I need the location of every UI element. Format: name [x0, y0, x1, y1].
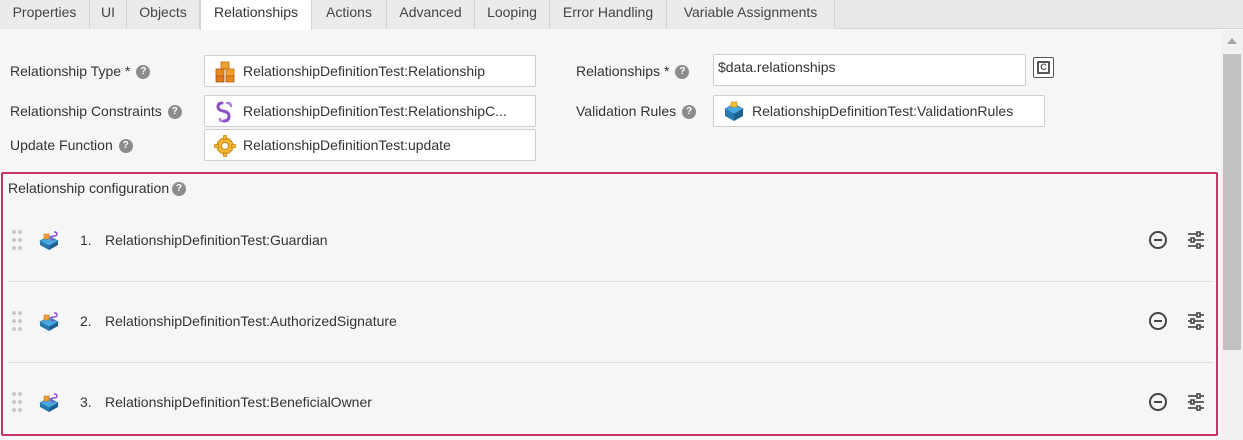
list-item: 2. RelationshipDefinitionTest:Authorized…	[8, 283, 1213, 363]
help-icon[interactable]: ?	[118, 139, 133, 154]
cubes-icon	[215, 61, 235, 83]
expression-editor-button[interactable]: C	[1033, 57, 1054, 78]
help-icon[interactable]: ?	[172, 182, 187, 197]
relationship-configuration-title: Relationship configuration?	[8, 180, 187, 197]
help-icon[interactable]: ?	[167, 105, 182, 120]
relationships-panel: Relationship Type *? RelationshipDefinit…	[0, 30, 1221, 440]
drag-handle-icon[interactable]	[12, 311, 24, 333]
tab-objects[interactable]: Objects	[127, 0, 200, 29]
tab-ui[interactable]: UI	[90, 0, 127, 29]
gear-icon	[214, 135, 236, 157]
tab-properties[interactable]: Properties	[0, 0, 90, 29]
relationship-configuration-title-text: Relationship configuration	[8, 180, 170, 196]
update-function-field[interactable]: RelationshipDefinitionTest:update	[204, 129, 536, 161]
tab-variable-assignments[interactable]: Variable Assignments	[667, 0, 835, 29]
relationships-label: Relationships *?	[576, 63, 690, 80]
validation-rules-field[interactable]: RelationshipDefinitionTest:ValidationRul…	[713, 95, 1045, 127]
relationship-configuration-section: Relationship configuration? 1. Relations…	[1, 172, 1218, 436]
tab-looping[interactable]: Looping	[475, 0, 550, 29]
constraint-icon	[216, 101, 233, 123]
expression-icon: C	[1037, 61, 1050, 74]
drag-handle-icon[interactable]	[12, 230, 24, 252]
list-item: 3. RelationshipDefinitionTest:Beneficial…	[8, 364, 1213, 440]
relationship-constraints-value: RelationshipDefinitionTest:RelationshipC…	[243, 103, 507, 119]
item-number: 2.	[80, 313, 92, 329]
item-label: RelationshipDefinitionTest:Guardian	[105, 232, 328, 248]
item-label: RelationshipDefinitionTest:BeneficialOwn…	[105, 394, 372, 410]
relationship-icon	[39, 393, 59, 412]
relationship-constraints-label: Relationship Constraints?	[10, 103, 182, 120]
sliders-settings-icon[interactable]	[1187, 231, 1205, 249]
relationship-constraints-field[interactable]: RelationshipDefinitionTest:RelationshipC…	[204, 95, 536, 127]
validation-rules-label-text: Validation Rules	[576, 103, 677, 119]
relationship-icon	[39, 231, 59, 250]
relationships-label-text: Relationships *	[576, 63, 670, 79]
scrollbar-thumb[interactable]	[1223, 54, 1241, 350]
validation-rules-label: Validation Rules?	[576, 103, 697, 120]
sliders-settings-icon[interactable]	[1187, 312, 1205, 330]
remove-icon[interactable]	[1149, 393, 1167, 411]
update-function-label-text: Update Function	[10, 137, 113, 153]
sliders-settings-icon[interactable]	[1187, 393, 1205, 411]
remove-icon[interactable]	[1149, 312, 1167, 330]
tab-advanced[interactable]: Advanced	[387, 0, 475, 29]
relationships-expression-input[interactable]: $data.relationships	[713, 54, 1026, 86]
remove-icon[interactable]	[1149, 231, 1167, 249]
relationship-type-value: RelationshipDefinitionTest:Relationship	[243, 63, 486, 79]
relationship-type-label-text: Relationship Type *	[10, 63, 131, 79]
update-function-value: RelationshipDefinitionTest:update	[243, 137, 451, 153]
item-label: RelationshipDefinitionTest:AuthorizedSig…	[105, 313, 397, 329]
relationship-constraints-label-text: Relationship Constraints	[10, 103, 162, 119]
help-icon[interactable]: ?	[136, 65, 151, 80]
help-icon[interactable]: ?	[675, 65, 690, 80]
scroll-up-arrow-icon[interactable]	[1227, 38, 1237, 44]
item-number: 1.	[80, 232, 92, 248]
relationship-type-field[interactable]: RelationshipDefinitionTest:Relationship	[204, 55, 536, 87]
tab-relationships[interactable]: Relationships	[200, 0, 312, 30]
item-number: 3.	[80, 394, 92, 410]
list-item: 1. RelationshipDefinitionTest:Guardian	[8, 202, 1213, 282]
blocks-icon	[724, 101, 744, 121]
help-icon[interactable]: ?	[682, 105, 697, 120]
vertical-scrollbar[interactable]	[1221, 30, 1243, 440]
tab-bar: Properties UI Objects Relationships Acti…	[0, 0, 1243, 30]
validation-rules-value: RelationshipDefinitionTest:ValidationRul…	[752, 103, 1014, 119]
update-function-label: Update Function?	[10, 137, 133, 154]
relationships-value: $data.relationships	[718, 59, 836, 75]
tab-actions[interactable]: Actions	[312, 0, 387, 29]
relationship-type-label: Relationship Type *?	[10, 63, 151, 80]
tab-error-handling[interactable]: Error Handling	[550, 0, 667, 29]
relationship-icon	[39, 312, 59, 331]
drag-handle-icon[interactable]	[12, 392, 24, 414]
